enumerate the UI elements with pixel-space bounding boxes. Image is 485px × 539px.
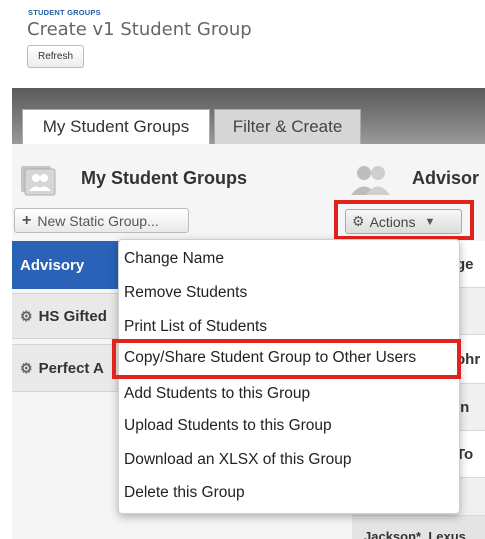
menu-item-download-xlsx[interactable]: Download an XLSX of this Group bbox=[124, 451, 351, 469]
student-row[interactable]: Jackson*, Lexus bbox=[352, 516, 485, 539]
group-row-label: Perfect A bbox=[38, 359, 104, 377]
menu-item-print-list[interactable]: Print List of Students bbox=[124, 318, 267, 336]
left-panel-title: My Student Groups bbox=[81, 168, 247, 188]
new-static-group-label: New Static Group... bbox=[37, 212, 159, 229]
new-static-group-button[interactable]: + New Static Group... bbox=[14, 208, 189, 233]
menu-item-change-name[interactable]: Change Name bbox=[124, 250, 224, 268]
tab-my-student-groups[interactable]: My Student Groups bbox=[22, 109, 210, 144]
group-row-hs-gifted[interactable]: ⚙ HS Gifted bbox=[12, 293, 132, 339]
user-group-icon bbox=[20, 164, 56, 196]
actions-label: Actions bbox=[369, 213, 416, 230]
menu-item-delete-group[interactable]: Delete this Group bbox=[124, 484, 245, 502]
group-row-label: Advisory bbox=[20, 256, 85, 274]
right-panel-title: Advisor bbox=[412, 168, 480, 188]
refresh-button[interactable]: Refresh bbox=[27, 45, 84, 68]
tab-filter-create[interactable]: Filter & Create bbox=[214, 109, 361, 144]
triangle-down-icon: ▼ bbox=[424, 215, 436, 228]
page-title: Create v1 Student Group bbox=[27, 19, 252, 40]
users-icon bbox=[350, 164, 390, 196]
gear-icon: ⚙ bbox=[352, 213, 365, 229]
eyebrow-label: STUDENT GROUPS bbox=[28, 8, 101, 17]
copy-share-highlight-box bbox=[112, 339, 461, 379]
plus-icon: + bbox=[22, 211, 32, 229]
group-row-advisory[interactable]: Advisory bbox=[12, 241, 132, 289]
gear-icon: ⚙ bbox=[20, 359, 33, 376]
tab-bar: My Student Groups Filter & Create bbox=[12, 88, 485, 144]
menu-item-add-students[interactable]: Add Students to this Group bbox=[124, 385, 310, 403]
menu-item-remove-students[interactable]: Remove Students bbox=[124, 284, 247, 302]
menu-item-upload-students[interactable]: Upload Students to this Group bbox=[124, 417, 332, 435]
actions-button[interactable]: ⚙ Actions ▼ bbox=[345, 209, 462, 234]
group-row-label: HS Gifted bbox=[38, 307, 107, 325]
gear-icon: ⚙ bbox=[20, 307, 33, 324]
